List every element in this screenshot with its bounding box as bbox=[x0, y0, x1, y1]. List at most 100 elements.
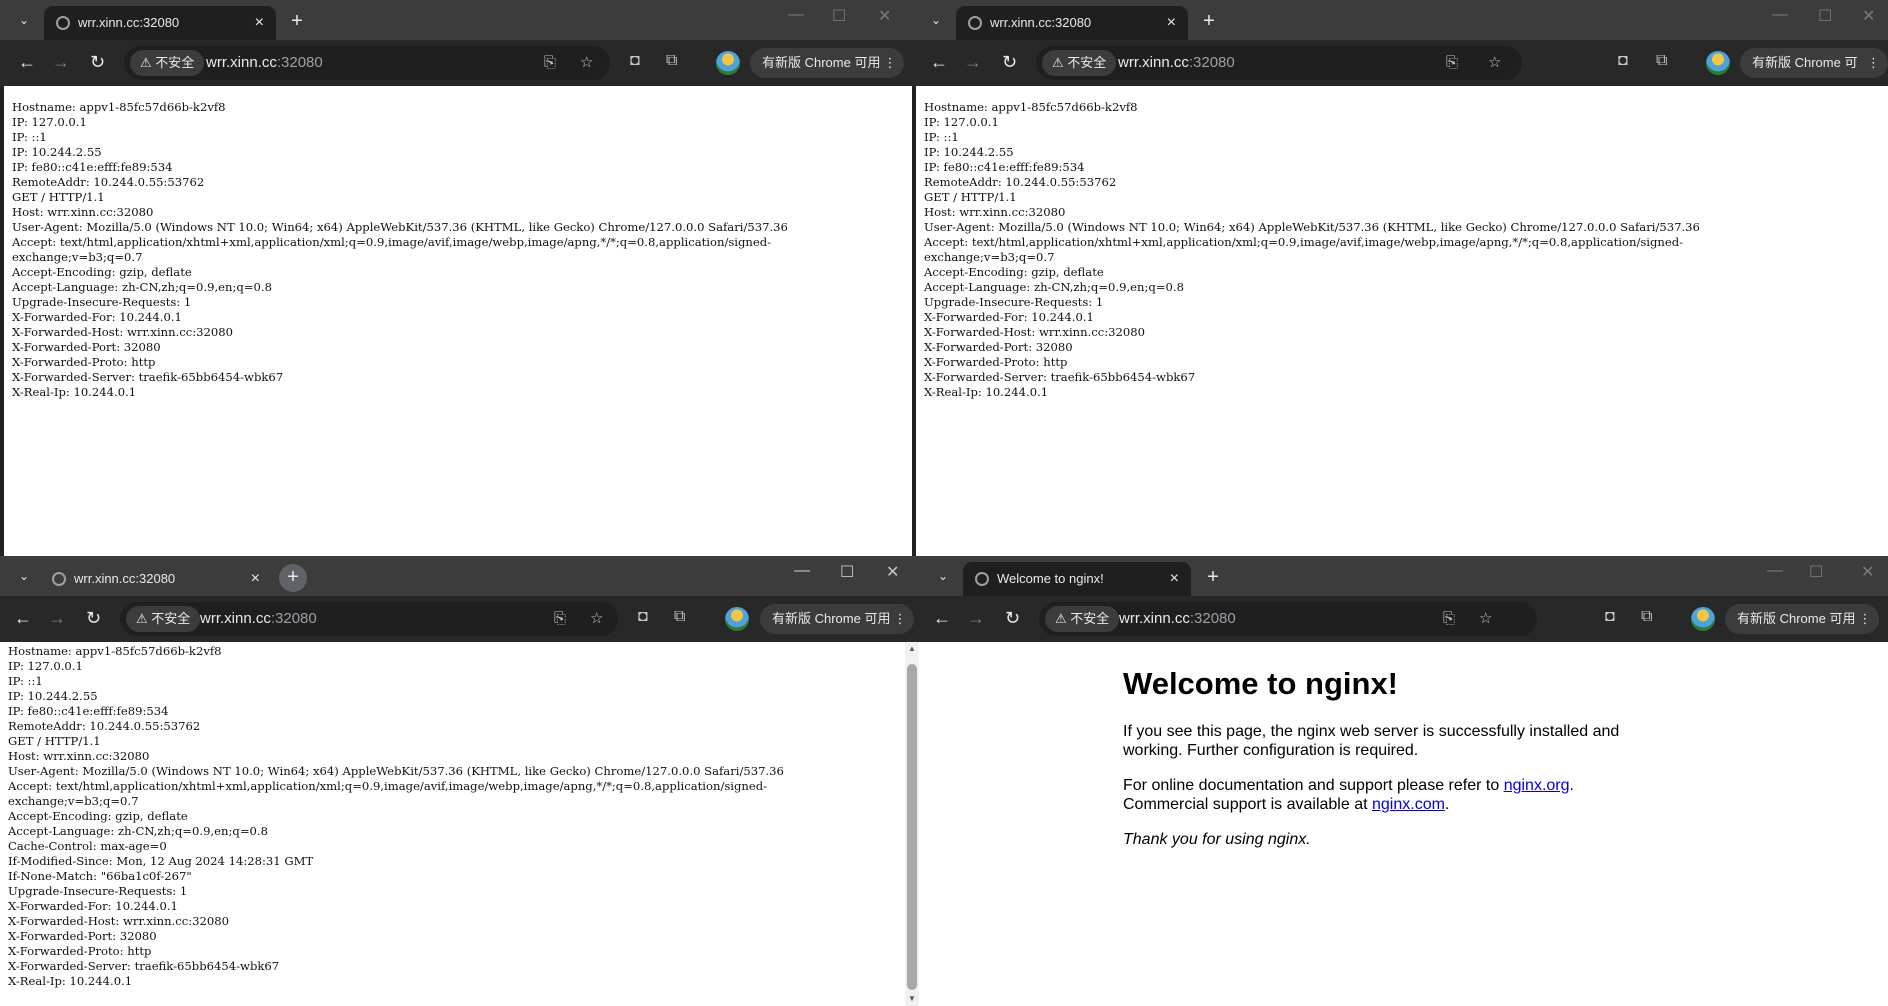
not-secure-chip[interactable]: ⚠ 不安全 bbox=[130, 50, 205, 76]
update-chrome-button[interactable]: 有新版 Chrome 可用 ⋮ bbox=[1725, 604, 1880, 634]
new-tab-button[interactable]: + bbox=[1195, 8, 1223, 36]
search-tabs-button[interactable]: ⌄ bbox=[10, 8, 38, 32]
translate-icon[interactable]: ⎘ bbox=[1446, 46, 1458, 80]
toolbar: ← → ↻ ⚠ 不安全 wrr.xinn.cc:32080 ⎘ ☆ ◘ ⧉ 有新… bbox=[0, 596, 919, 642]
page-heading: Welcome to nginx! bbox=[1123, 666, 1399, 701]
profile-avatar[interactable] bbox=[1691, 607, 1715, 631]
reload-button[interactable]: ↻ bbox=[90, 52, 105, 73]
scroll-up-arrow[interactable]: ▲ bbox=[905, 642, 919, 656]
tab-close-button[interactable]: × bbox=[1170, 562, 1179, 596]
search-tabs-button[interactable]: ⌄ bbox=[922, 8, 950, 32]
back-button[interactable]: ← bbox=[930, 52, 948, 73]
maximize-button[interactable]: ☐ bbox=[1818, 6, 1832, 26]
page-content: Hostname: appv1-85fc57d66b-k2vf8 IP: 127… bbox=[0, 642, 919, 1006]
menu-icon[interactable]: ⋮ bbox=[1867, 48, 1880, 78]
close-window-button[interactable]: ✕ bbox=[1861, 562, 1874, 582]
extensions-icon[interactable]: ⧉ bbox=[1656, 52, 1667, 70]
browser-window-top-left: ⌄ wrr.xinn.cc:32080 × + — ☐ ✕ ← → ↻ ⚠ 不安… bbox=[0, 0, 912, 556]
camera-icon[interactable]: ◘ bbox=[1618, 52, 1628, 70]
minimize-button[interactable]: — bbox=[788, 6, 804, 24]
new-tab-button[interactable]: + bbox=[283, 8, 311, 36]
menu-icon[interactable]: ⋮ bbox=[1858, 604, 1871, 634]
star-icon[interactable]: ☆ bbox=[580, 46, 593, 80]
translate-icon[interactable]: ⎘ bbox=[554, 602, 566, 636]
update-chrome-button[interactable]: 有新版 Chrome 可用 ⋮ bbox=[1740, 48, 1888, 100]
request-dump: Hostname: appv1-85fc57d66b-k2vf8 IP: 127… bbox=[924, 100, 1700, 399]
tab-close-button[interactable]: × bbox=[251, 562, 260, 596]
minimize-button[interactable]: — bbox=[1767, 562, 1783, 580]
forward-button[interactable]: → bbox=[48, 608, 66, 629]
translate-icon[interactable]: ⎘ bbox=[544, 46, 556, 80]
camera-icon[interactable]: ◘ bbox=[630, 52, 640, 70]
back-button[interactable]: ← bbox=[14, 608, 32, 629]
not-secure-chip[interactable]: ⚠ 不安全 bbox=[1045, 606, 1120, 632]
tab-strip: ⌄ wrr.xinn.cc:32080 × + — ☐ ✕ bbox=[0, 556, 919, 596]
menu-icon[interactable]: ⋮ bbox=[883, 48, 896, 78]
reload-button[interactable]: ↻ bbox=[1005, 608, 1020, 629]
star-icon[interactable]: ☆ bbox=[590, 602, 603, 636]
nginx-welcome: Welcome to nginx! If you see this page, … bbox=[1123, 656, 1643, 865]
update-label: 有新版 Chrome 可用 bbox=[1737, 611, 1856, 626]
address-bar[interactable]: ⚠ 不安全 wrr.xinn.cc:32080 ⎘ ☆ bbox=[1036, 46, 1522, 80]
extensions-icon[interactable]: ⧉ bbox=[674, 608, 685, 626]
translate-icon[interactable]: ⎘ bbox=[1443, 602, 1455, 636]
scroll-down-arrow[interactable]: ▼ bbox=[905, 992, 919, 1006]
extensions-icon[interactable]: ⧉ bbox=[666, 52, 677, 70]
reload-button[interactable]: ↻ bbox=[1002, 52, 1017, 73]
vertical-scrollbar[interactable]: ▲ ▼ bbox=[905, 642, 919, 1006]
request-dump: Hostname: appv1-85fc57d66b-k2vf8 IP: 127… bbox=[8, 644, 784, 988]
update-label: 有新版 Chrome 可用 bbox=[762, 55, 881, 70]
not-secure-label: 不安全 bbox=[1070, 611, 1110, 626]
star-icon[interactable]: ☆ bbox=[1488, 46, 1501, 80]
url-port: :32080 bbox=[276, 54, 323, 71]
search-tabs-button[interactable]: ⌄ bbox=[10, 564, 38, 588]
update-chrome-button[interactable]: 有新版 Chrome 可用 ⋮ bbox=[760, 604, 915, 634]
close-window-button[interactable]: ✕ bbox=[1862, 6, 1875, 26]
minimize-button[interactable]: — bbox=[794, 562, 810, 580]
maximize-button[interactable]: ☐ bbox=[1809, 562, 1823, 582]
reload-button[interactable]: ↻ bbox=[86, 608, 101, 629]
extensions-icon[interactable]: ⧉ bbox=[1641, 608, 1652, 626]
profile-avatar[interactable] bbox=[716, 51, 740, 75]
new-tab-button[interactable]: + bbox=[1199, 564, 1227, 592]
update-chrome-button[interactable]: 有新版 Chrome 可用 ⋮ bbox=[750, 48, 905, 78]
camera-icon[interactable]: ◘ bbox=[638, 608, 648, 626]
tab-active[interactable]: Welcome to nginx! × bbox=[963, 562, 1191, 596]
back-button[interactable]: ← bbox=[933, 608, 951, 629]
star-icon[interactable]: ☆ bbox=[1479, 602, 1492, 636]
not-secure-chip[interactable]: ⚠ 不安全 bbox=[1042, 50, 1117, 76]
close-window-button[interactable]: ✕ bbox=[886, 562, 899, 582]
back-button[interactable]: ← bbox=[18, 52, 36, 73]
minimize-button[interactable]: — bbox=[1772, 6, 1788, 24]
not-secure-label: 不安全 bbox=[155, 55, 195, 70]
address-bar[interactable]: ⚠ 不安全 wrr.xinn.cc:32080 ⎘ ☆ bbox=[1039, 602, 1537, 636]
not-secure-chip[interactable]: ⚠ 不安全 bbox=[126, 606, 201, 632]
new-tab-button[interactable]: + bbox=[279, 564, 307, 592]
profile-avatar[interactable] bbox=[1706, 51, 1730, 75]
page-content: Welcome to nginx! If you see this page, … bbox=[919, 642, 1888, 1006]
search-tabs-button[interactable]: ⌄ bbox=[929, 564, 957, 588]
forward-button[interactable]: → bbox=[967, 608, 985, 629]
profile-avatar[interactable] bbox=[725, 607, 749, 631]
maximize-button[interactable]: ☐ bbox=[840, 562, 854, 582]
address-bar[interactable]: ⚠ 不安全 wrr.xinn.cc:32080 ⎘ ☆ bbox=[124, 46, 610, 80]
forward-button[interactable]: → bbox=[964, 52, 982, 73]
tab-active[interactable]: wrr.xinn.cc:32080 × bbox=[956, 6, 1188, 40]
nginx-org-link[interactable]: nginx.org bbox=[1504, 777, 1570, 794]
tab-inactive[interactable]: wrr.xinn.cc:32080 × bbox=[40, 562, 272, 596]
menu-icon[interactable]: ⋮ bbox=[893, 604, 906, 634]
tab-close-button[interactable]: × bbox=[255, 6, 264, 40]
maximize-button[interactable]: ☐ bbox=[832, 6, 846, 26]
camera-icon[interactable]: ◘ bbox=[1605, 608, 1615, 626]
tab-title: wrr.xinn.cc:32080 bbox=[74, 571, 176, 586]
tab-close-button[interactable]: × bbox=[1167, 6, 1176, 40]
nginx-com-link[interactable]: nginx.com bbox=[1372, 796, 1445, 813]
tab-active[interactable]: wrr.xinn.cc:32080 × bbox=[44, 6, 276, 40]
url-host: wrr.xinn.cc bbox=[206, 54, 277, 71]
address-bar[interactable]: ⚠ 不安全 wrr.xinn.cc:32080 ⎘ ☆ bbox=[120, 602, 618, 636]
forward-button[interactable]: → bbox=[52, 52, 70, 73]
toolbar: ← → ↻ ⚠ 不安全 wrr.xinn.cc:32080 ⎘ ☆ ◘ ⧉ 有新… bbox=[919, 596, 1888, 642]
close-window-button[interactable]: ✕ bbox=[878, 6, 891, 26]
scroll-thumb[interactable] bbox=[907, 664, 917, 990]
support-period: . bbox=[1569, 777, 1574, 794]
